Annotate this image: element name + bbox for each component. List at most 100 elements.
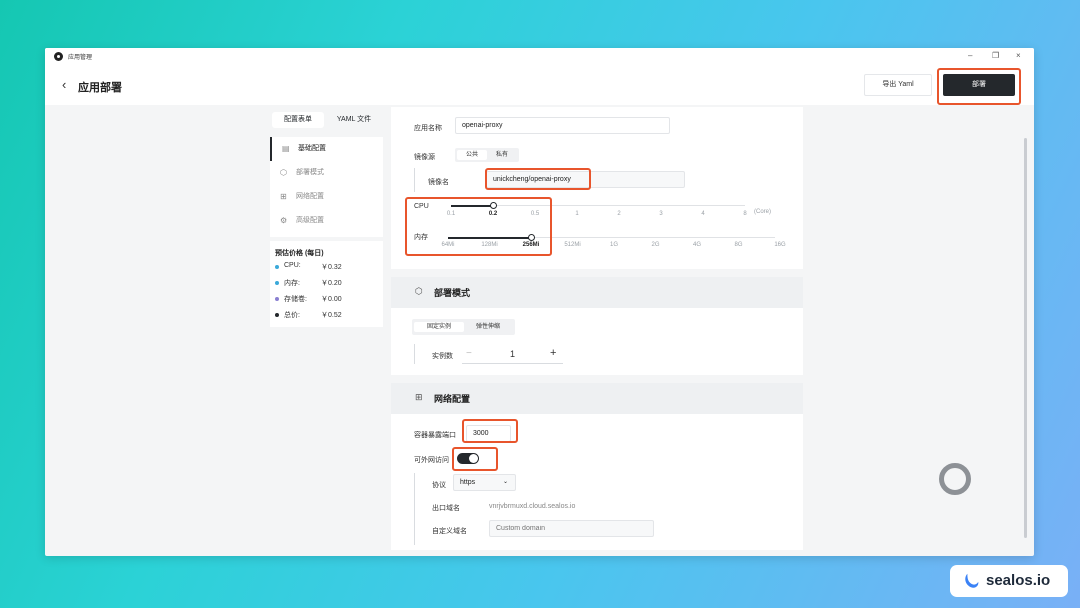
- sidebar-item-network[interactable]: ⊞ 网络配置: [270, 185, 383, 209]
- export-yaml-button[interactable]: 导出 Yaml: [864, 74, 932, 96]
- price-estimate-panel: 预估价格 (每日) CPU: ￥0.32 内存: ￥0.20 存储卷: ￥0.0…: [270, 241, 383, 327]
- instances-label: 实例数: [432, 351, 453, 361]
- price-label: CPU:: [284, 262, 301, 269]
- document-icon: ▤: [282, 137, 292, 161]
- deploy-mode-header: ⬡ 部署模式: [391, 277, 803, 308]
- public-access-toggle[interactable]: [457, 453, 479, 464]
- app-logo-icon: [54, 52, 63, 61]
- sidebar-item-basic[interactable]: ▤ 基础配置: [270, 137, 383, 161]
- cpu-fill: [451, 205, 493, 207]
- port-label: 容器暴露端口: [414, 430, 456, 440]
- sidebar-nav: ▤ 基础配置 ⬡ 部署模式 ⊞ 网络配置 ⚙ 高级配置: [270, 137, 383, 237]
- public-access-label: 可外网访问: [414, 455, 449, 465]
- price-row-storage: 存储卷: ￥0.00: [275, 293, 375, 305]
- cpu-tick-label[interactable]: 0.2: [478, 211, 508, 217]
- custom-domain-input[interactable]: [489, 520, 654, 537]
- cpu-tick-label[interactable]: 2: [604, 211, 634, 217]
- image-name-label: 镜像名: [428, 177, 449, 187]
- price-value: ￥0.00: [321, 294, 342, 304]
- memory-tick-label[interactable]: 64Mi: [433, 242, 463, 248]
- cpu-tick-label[interactable]: 1: [562, 211, 592, 217]
- cpu-handle[interactable]: [490, 202, 497, 209]
- domain-value: vnrjvbrmuxd.cloud.sealos.io: [489, 503, 575, 510]
- price-label: 内存:: [284, 278, 300, 288]
- increment-button[interactable]: +: [550, 347, 556, 359]
- gear-icon: ⚙: [280, 209, 290, 233]
- memory-handle[interactable]: [528, 234, 535, 241]
- floating-assistant-button[interactable]: [939, 463, 971, 495]
- sidebar-item-label: 基础配置: [298, 137, 326, 161]
- indent-line: [414, 168, 415, 192]
- brand-badge: sealos.io: [950, 565, 1068, 597]
- tab-form[interactable]: 配置表单: [272, 112, 324, 128]
- deploy-button[interactable]: 部署: [943, 74, 1015, 96]
- price-value: ￥0.20: [321, 278, 342, 288]
- cpu-tick-label[interactable]: 4: [688, 211, 718, 217]
- chevron-left-icon[interactable]: ‹: [62, 77, 66, 92]
- memory-tick-label[interactable]: 256Mi: [516, 242, 546, 248]
- memory-label: 内存: [414, 232, 428, 242]
- memory-tick-label[interactable]: 1G: [599, 242, 629, 248]
- sidebar-item-advanced[interactable]: ⚙ 高级配置: [270, 209, 383, 233]
- network-header: ⊞ 网络配置: [391, 383, 803, 414]
- decrement-button[interactable]: −: [466, 348, 472, 359]
- brand-text: sealos.io: [986, 572, 1050, 589]
- page-header: ‹ 应用部署 导出 Yaml 部署: [45, 65, 1034, 105]
- deploy-mode-title: 部署模式: [434, 286, 470, 299]
- memory-tick-label[interactable]: 512Mi: [558, 242, 588, 248]
- price-row-memory: 内存: ￥0.20: [275, 277, 375, 289]
- port-input[interactable]: 3000: [466, 425, 511, 442]
- price-row-total: 总价: ￥0.52: [275, 309, 375, 321]
- memory-tick-label[interactable]: 128Mi: [475, 242, 505, 248]
- window-title: 应用管理: [68, 52, 92, 61]
- cpu-tick-label[interactable]: 0.5: [520, 211, 550, 217]
- deploy-mode-fixed[interactable]: 固定实例: [414, 322, 464, 332]
- image-source-label: 镜像源: [414, 152, 435, 162]
- network-icon: ⊞: [280, 185, 290, 209]
- scrollbar[interactable]: [1024, 138, 1027, 538]
- sealos-logo-icon: [962, 572, 980, 590]
- sidebar-item-label: 高级配置: [296, 209, 324, 233]
- price-value: ￥0.32: [321, 262, 342, 272]
- maximize-button[interactable]: ❐: [992, 50, 999, 62]
- cube-icon: ⬡: [280, 161, 290, 185]
- deploy-mode-elastic[interactable]: 弹性伸缩: [463, 322, 513, 332]
- sidebar-item-label: 部署模式: [296, 161, 324, 185]
- price-dot: [275, 297, 279, 301]
- cube-icon: ⬡: [415, 286, 423, 297]
- price-row-cpu: CPU: ￥0.32: [275, 261, 375, 273]
- app-name-label: 应用名称: [414, 123, 442, 133]
- sidebar-item-deploy-mode[interactable]: ⬡ 部署模式: [270, 161, 383, 185]
- price-label: 总价:: [284, 310, 300, 320]
- tab-yaml[interactable]: YAML 文件: [328, 112, 380, 128]
- stepper-underline: [462, 363, 563, 364]
- cpu-tick-label[interactable]: 3: [646, 211, 676, 217]
- cpu-tick-label[interactable]: 0.1: [436, 211, 466, 217]
- custom-domain-label: 自定义域名: [432, 526, 467, 536]
- indent-line: [414, 473, 415, 545]
- price-value: ￥0.52: [321, 310, 342, 320]
- cpu-label: CPU: [414, 203, 429, 210]
- memory-tick-label[interactable]: 8G: [724, 242, 754, 248]
- app-name-input[interactable]: openai-proxy: [455, 117, 670, 134]
- deploy-mode-toggle: 固定实例 弹性伸缩: [412, 319, 515, 335]
- memory-tick-label[interactable]: 16G: [765, 242, 795, 248]
- memory-fill: [448, 237, 531, 239]
- domain-label: 出口域名: [432, 503, 460, 513]
- network-title: 网络配置: [434, 392, 470, 405]
- titlebar: 应用管理 – ❐ ×: [45, 48, 1034, 65]
- image-name-input[interactable]: unickcheng/openai-proxy: [486, 171, 685, 188]
- protocol-select[interactable]: https ⌄: [453, 474, 516, 491]
- price-title: 预估价格 (每日): [275, 248, 324, 258]
- protocol-label: 协议: [432, 480, 446, 490]
- close-button[interactable]: ×: [1016, 50, 1021, 62]
- memory-tick-label[interactable]: 4G: [682, 242, 712, 248]
- page-title: 应用部署: [78, 79, 122, 95]
- price-dot: [275, 313, 279, 317]
- instances-value[interactable]: 1: [510, 349, 515, 359]
- minimize-button[interactable]: –: [968, 50, 972, 62]
- image-source-private[interactable]: 私有: [487, 150, 517, 160]
- network-icon: ⊞: [415, 392, 423, 403]
- image-source-public[interactable]: 公共: [457, 150, 487, 160]
- memory-tick-label[interactable]: 2G: [641, 242, 671, 248]
